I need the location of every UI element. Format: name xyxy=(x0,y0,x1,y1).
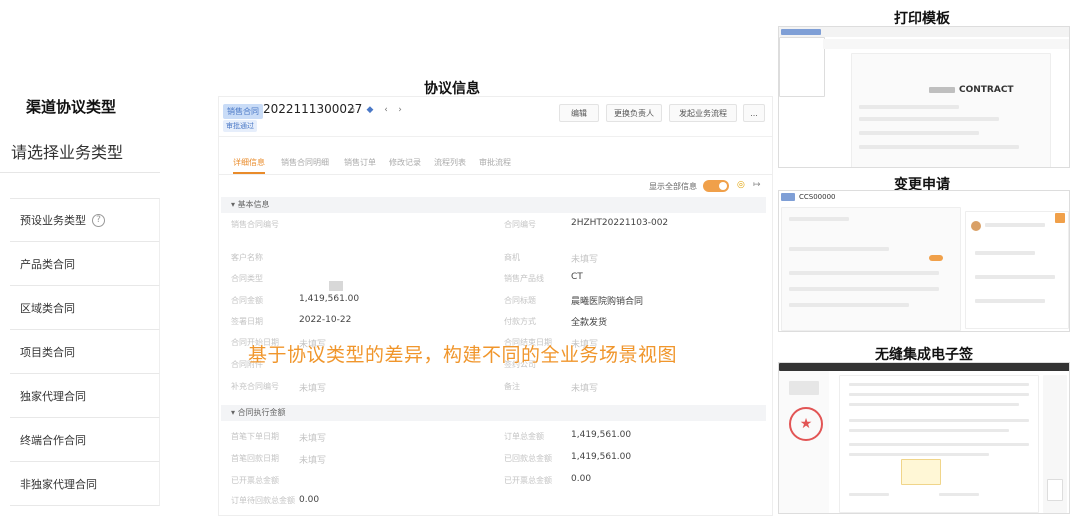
expand-icon[interactable]: ↦ xyxy=(753,180,761,190)
detail-tabs: 详细信息 销售合同明细 销售订单 修改记录 流程列表 审批流程 xyxy=(219,153,772,175)
center-heading: 协议信息 xyxy=(424,81,480,97)
show-all-label: 显示全部信息 xyxy=(649,182,697,191)
field-label: 客户名称 xyxy=(231,253,263,262)
field-value: 未填写 xyxy=(299,456,327,466)
start-process-button[interactable]: 发起业务流程 xyxy=(669,104,737,122)
field-label: 已开票总金额 xyxy=(231,476,279,485)
field-label: 订单总金额 xyxy=(504,432,544,441)
list-item-terminal[interactable]: 终端合作合同 xyxy=(10,418,160,462)
info-icon[interactable]: ◎ xyxy=(737,180,745,190)
detail-header: 销售合同 2022111300027 ⌂ ◆ ‹ › 审批通过 编辑 更换负责人… xyxy=(219,97,772,137)
field-label: 付款方式 xyxy=(504,317,536,326)
field-label: 首笔回款日期 xyxy=(231,454,279,463)
contract-detail-panel: 销售合同 2022111300027 ⌂ ◆ ‹ › 审批通过 编辑 更换负责人… xyxy=(218,96,773,516)
field-label: 合同编号 xyxy=(504,220,536,229)
list-item-label: 项目类合同 xyxy=(20,345,75,359)
field-label: 销售产品线 xyxy=(504,274,544,283)
field-value: 全款发货 xyxy=(571,318,608,328)
section-amount-label: 合同执行金额 xyxy=(237,408,286,417)
list-item-region[interactable]: 区域类合同 xyxy=(10,286,160,330)
field-label: 订单待回款总金额 xyxy=(231,496,295,505)
tab-process[interactable]: 流程列表 xyxy=(434,157,466,168)
list-item-product[interactable]: 产品类合同 xyxy=(10,242,160,286)
list-item-preset[interactable]: 预设业务类型 ? xyxy=(10,198,160,242)
seal-icon[interactable]: ★ xyxy=(789,407,823,441)
print-template-screenshot: CONTRACT xyxy=(778,26,1070,168)
field-label: 合同类型 xyxy=(231,274,263,283)
left-subtitle: 请选择业务类型 xyxy=(11,143,124,162)
list-item-label: 非独家代理合同 xyxy=(20,477,97,491)
business-type-list: 预设业务类型 ? 产品类合同 区域类合同 项目类合同 独家代理合同 终端合作合同… xyxy=(10,198,160,506)
field-label: 商机 xyxy=(504,253,520,262)
field-label: 备注 xyxy=(504,382,520,391)
tab-approval[interactable]: 审批流程 xyxy=(479,157,511,168)
tab-detail[interactable]: 详细信息 xyxy=(233,157,265,174)
field-value: 晨曦医院购销合同 xyxy=(571,297,644,307)
overlay-caption: 基于协议类型的差异，构建不同的全业务场景视图 xyxy=(248,344,678,366)
list-item-label: 预设业务类型 xyxy=(20,214,86,227)
chevron-left-icon[interactable]: ‹ xyxy=(381,105,391,115)
section-basic[interactable]: ▾ 基本信息 xyxy=(221,197,766,213)
edit-button[interactable]: 编辑 xyxy=(559,104,599,122)
show-all-toggle[interactable] xyxy=(703,180,729,192)
field-value: 0.00 xyxy=(571,474,592,484)
field-value: 1,419,561.00 xyxy=(571,452,632,462)
esign-screenshot: ★ xyxy=(778,362,1070,514)
field-value: CT xyxy=(571,272,583,282)
tab-lines[interactable]: 销售合同明细 xyxy=(281,157,329,168)
list-item-exclusive[interactable]: 独家代理合同 xyxy=(10,374,160,418)
type-tag: 销售合同 xyxy=(223,104,263,119)
section-basic-label: 基本信息 xyxy=(237,200,270,209)
more-button[interactable]: ... xyxy=(743,104,765,122)
tab-history[interactable]: 修改记录 xyxy=(389,157,421,168)
field-value: 1,419,561.00 xyxy=(299,294,360,304)
esign-heading: 无缝集成电子签 xyxy=(875,347,973,363)
divider xyxy=(0,172,160,173)
change-owner-button[interactable]: 更换负责人 xyxy=(606,104,662,122)
tag-icon[interactable]: ◆ xyxy=(365,105,375,115)
list-item-label: 区域类合同 xyxy=(20,301,75,315)
redacted-value xyxy=(329,281,343,291)
field-label: 销售合同编号 xyxy=(231,220,279,229)
list-item-label: 独家代理合同 xyxy=(20,389,86,403)
field-label: 合同标题 xyxy=(504,296,536,305)
tab-orders[interactable]: 销售订单 xyxy=(344,157,376,168)
lock-icon[interactable]: ⌂ xyxy=(347,105,357,115)
section-amount[interactable]: ▾ 合同执行金额 xyxy=(221,405,766,421)
list-item-nonexclusive[interactable]: 非独家代理合同 xyxy=(10,462,160,506)
field-value: 2022-10-22 xyxy=(299,315,352,325)
field-label: 首笔下单日期 xyxy=(231,432,279,441)
field-value: 未填写 xyxy=(571,384,599,394)
field-value: 未填写 xyxy=(299,434,327,444)
help-icon[interactable]: ? xyxy=(92,213,105,227)
print-heading: 打印模板 xyxy=(894,11,950,27)
list-item-label: 产品类合同 xyxy=(20,257,75,271)
status-badge: 审批通过 xyxy=(223,120,257,132)
print-doc-title: CONTRACT xyxy=(959,85,1014,95)
field-label: 补充合同编号 xyxy=(231,382,279,391)
field-label: 已回款总金额 xyxy=(504,454,552,463)
field-label: 签署日期 xyxy=(231,317,263,326)
change-record-no: CCS00000 xyxy=(799,193,836,201)
change-request-screenshot: CCS00000 xyxy=(778,190,1070,332)
field-value: 未填写 xyxy=(571,255,599,265)
chevron-right-icon[interactable]: › xyxy=(395,105,405,115)
field-value: 1,419,561.00 xyxy=(571,430,632,440)
field-value: 未填写 xyxy=(299,384,327,394)
field-label: 合同金额 xyxy=(231,296,263,305)
field-label: 已开票总金额 xyxy=(504,476,552,485)
list-item-project[interactable]: 项目类合同 xyxy=(10,330,160,374)
list-item-label: 终端合作合同 xyxy=(20,433,86,447)
field-value: 0.00 xyxy=(299,495,320,505)
left-title: 渠道协议类型 xyxy=(26,98,117,116)
field-value: 2HZHT20221103-002 xyxy=(571,218,669,228)
